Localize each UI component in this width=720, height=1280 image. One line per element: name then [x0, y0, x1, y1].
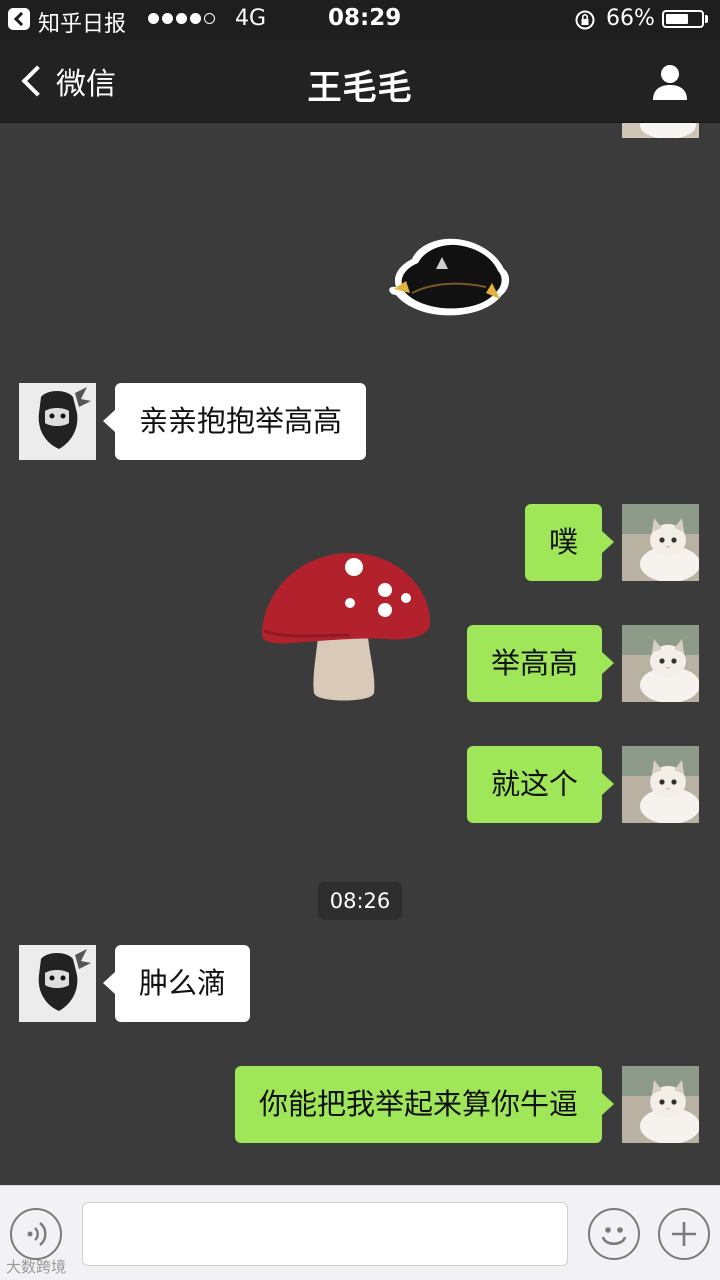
status-bar: 知乎日报 4G 08:29 66% — [0, 0, 720, 40]
chat-bubble-friend[interactable]: 亲亲抱抱举高高 — [102, 383, 367, 460]
rotation-lock-icon — [575, 10, 595, 30]
signal-dot — [176, 13, 187, 24]
signal-strength-icon — [148, 13, 215, 24]
battery-fill — [666, 14, 688, 24]
chat-bubble-me[interactable]: 噗 — [524, 504, 615, 581]
back-to-app-icon[interactable] — [8, 8, 30, 30]
cat-icon — [622, 123, 699, 138]
battery-percent: 66% — [606, 6, 655, 31]
voice-icon — [27, 1222, 47, 1246]
signal-dot — [162, 13, 173, 24]
nav-bar: 微信 王毛毛 — [0, 40, 720, 123]
chat-bubble-me[interactable]: 就这个 — [466, 746, 615, 823]
input-bar — [0, 1185, 720, 1280]
my-avatar[interactable] — [622, 746, 699, 823]
signal-dot — [204, 13, 215, 24]
message-timestamp: 08:26 — [318, 882, 402, 920]
cat-icon — [622, 625, 699, 702]
watermark-logo: 大数跨境 — [6, 1258, 67, 1276]
chat-title: 王毛毛 — [307, 68, 413, 108]
cat-icon — [622, 504, 699, 581]
friend-avatar[interactable] — [19, 945, 96, 1022]
cat-icon — [622, 746, 699, 823]
my-avatar[interactable] — [622, 1066, 699, 1143]
network-type: 4G — [235, 6, 267, 31]
status-app-name[interactable]: 知乎日报 — [38, 6, 126, 38]
emoji-icon — [601, 1227, 627, 1246]
wechat-chat-screen: 知乎日报 4G 08:29 66% 微信 王毛毛 亲亲抱抱举高高 噗 举高高 就… — [0, 0, 720, 1280]
plus-icon — [672, 1222, 696, 1246]
bearded-man-icon — [19, 945, 96, 1022]
battery-icon — [662, 10, 704, 28]
person-icon[interactable] — [650, 62, 690, 102]
message-list[interactable]: 亲亲抱抱举高高 噗 举高高 就这个 08:26 肿么滴 你能把我举起来算你牛逼 — [0, 123, 720, 1185]
signal-dot — [190, 13, 201, 24]
bearded-man-icon — [19, 383, 96, 460]
black-cat-sticker[interactable] — [382, 235, 514, 321]
chat-bubble-me[interactable]: 举高高 — [466, 625, 615, 702]
my-avatar[interactable] — [622, 123, 699, 138]
battery-tip — [705, 15, 708, 23]
mushroom-sticker[interactable] — [256, 547, 436, 707]
friend-avatar[interactable] — [19, 383, 96, 460]
status-time: 08:29 — [328, 5, 402, 31]
my-avatar[interactable] — [622, 625, 699, 702]
cat-icon — [622, 1066, 699, 1143]
chat-bubble-friend[interactable]: 肿么滴 — [102, 945, 251, 1022]
voice-button[interactable] — [10, 1208, 62, 1260]
emoji-button[interactable] — [588, 1208, 640, 1260]
message-input[interactable] — [82, 1202, 568, 1266]
plus-button[interactable] — [658, 1208, 710, 1260]
signal-dot — [148, 13, 159, 24]
my-avatar[interactable] — [622, 504, 699, 581]
chat-bubble-me[interactable]: 你能把我举起来算你牛逼 — [234, 1066, 615, 1143]
